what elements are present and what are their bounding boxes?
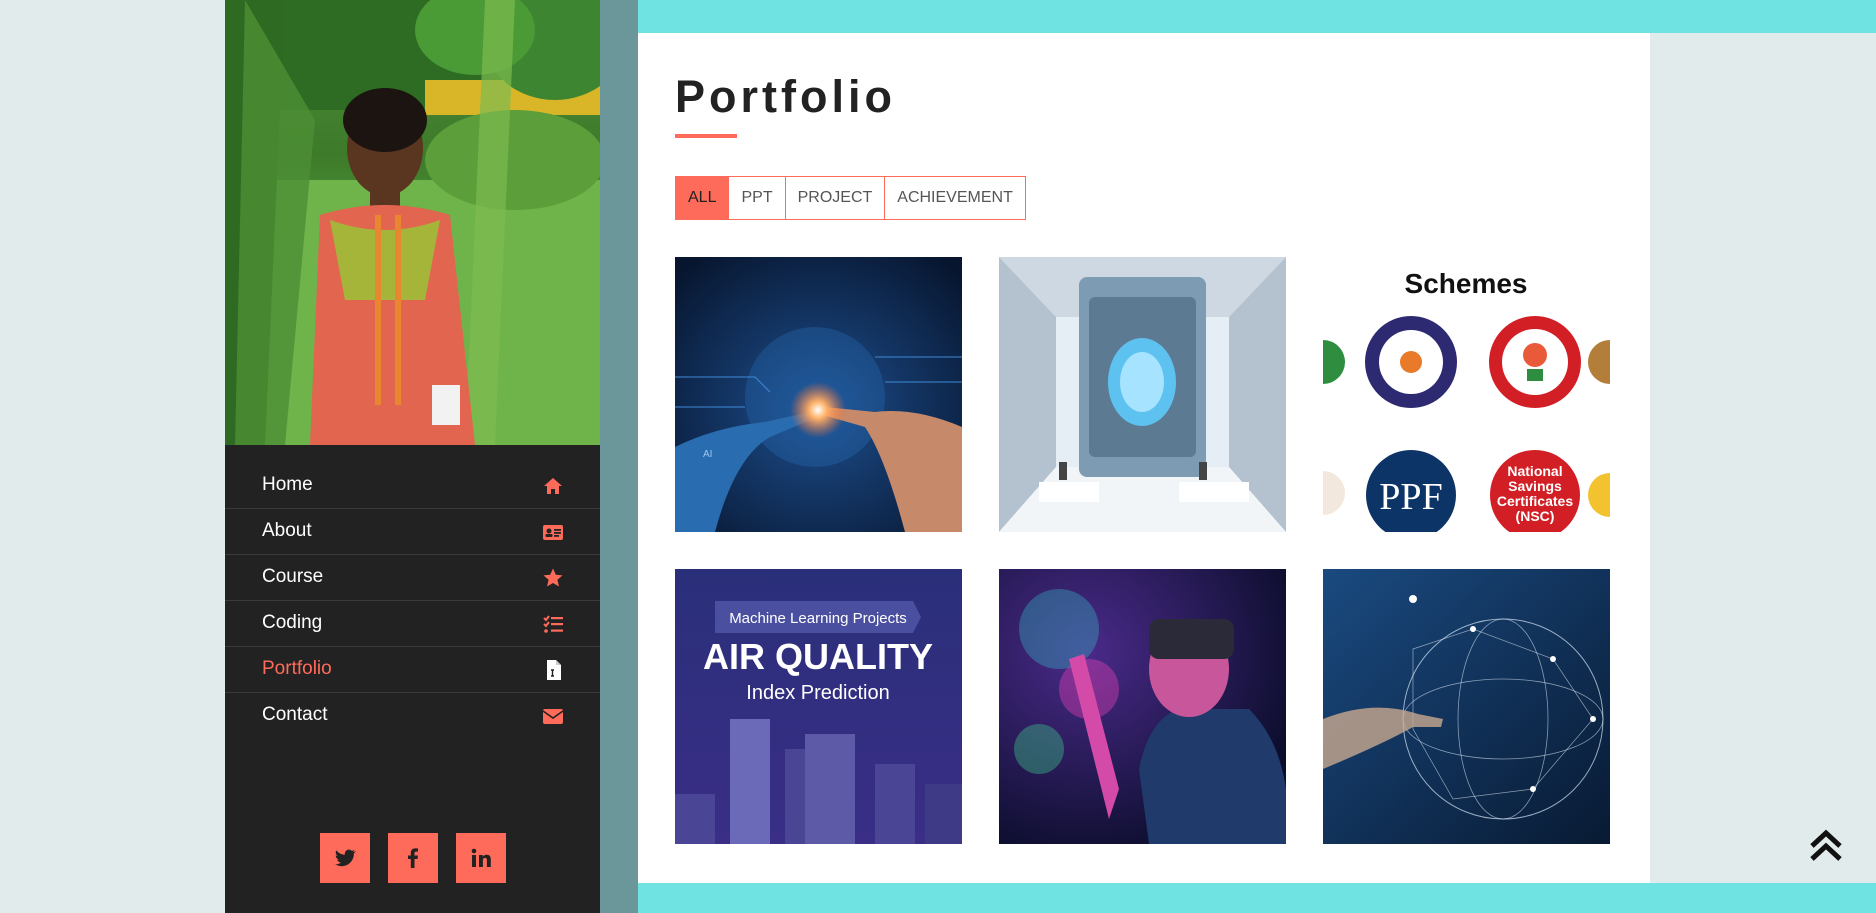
portfolio-item-schemes[interactable]: Schemes PPF National Savings Certificate… — [1323, 257, 1610, 532]
filter-project[interactable]: PROJECT — [784, 177, 885, 219]
nav-label: Portfolio — [262, 658, 332, 679]
schemes-image: Schemes PPF National Savings Certificate… — [1323, 257, 1610, 532]
nav-label: About — [262, 520, 312, 541]
schemes-nsc: National Savings Certificates (NSC) — [1496, 464, 1574, 524]
right-pane — [1650, 33, 1876, 883]
facebook-button[interactable] — [387, 833, 438, 883]
linkedin-icon — [471, 848, 491, 867]
social-links — [225, 833, 600, 883]
ai-touch-image: AI — [675, 257, 962, 532]
portfolio-item-quantum[interactable] — [999, 257, 1286, 532]
portfolio-item-ai-touch[interactable]: AI — [675, 257, 962, 532]
sidebar: Home About Course Coding Portfolio Conta… — [225, 0, 600, 913]
quantum-server-image — [999, 257, 1286, 532]
nav-item-coding[interactable]: Coding — [225, 601, 600, 647]
facebook-icon — [407, 848, 418, 868]
portfolio-filters: ALL PPT PROJECT ACHIEVEMENT — [675, 176, 1026, 220]
tasks-icon — [543, 615, 563, 633]
filter-ppt[interactable]: PPT — [728, 177, 785, 219]
envelope-icon — [542, 709, 564, 724]
nav-label: Contact — [262, 704, 328, 725]
page-title: Portfolio — [675, 71, 896, 122]
linkedin-button[interactable] — [455, 833, 506, 883]
schemes-heading: Schemes — [1405, 268, 1528, 299]
nav-item-portfolio[interactable]: Portfolio — [225, 647, 600, 693]
nav-label: Course — [262, 566, 324, 587]
portfolio-item-network[interactable] — [1323, 569, 1610, 844]
filter-all[interactable]: ALL — [676, 177, 729, 219]
twitter-icon — [334, 849, 356, 867]
network-image — [1323, 569, 1610, 844]
decor-strip — [600, 0, 638, 913]
bottom-band — [638, 883, 1876, 913]
portfolio-grid: AI Schemes PPF National Savings Certific… — [675, 257, 1610, 844]
nav-item-home[interactable]: Home — [225, 463, 600, 509]
nav-item-course[interactable]: Course — [225, 555, 600, 601]
profile-photo — [225, 0, 600, 445]
portfolio-item-vr[interactable] — [999, 569, 1286, 844]
ai-label: AI — [703, 449, 712, 460]
ml-badge: Machine Learning Projects — [729, 610, 907, 627]
home-icon — [544, 478, 562, 494]
star-icon — [543, 568, 563, 587]
nav-label: Coding — [262, 612, 323, 633]
nav-item-about[interactable]: About — [225, 509, 600, 555]
title-underline — [675, 134, 737, 138]
main-nav: Home About Course Coding Portfolio Conta… — [225, 463, 600, 738]
schemes-ppf: PPF — [1379, 476, 1442, 518]
id-card-icon — [543, 525, 563, 540]
filter-achievement[interactable]: ACHIEVEMENT — [884, 177, 1025, 219]
scroll-top-icon[interactable] — [1806, 826, 1846, 866]
portfolio-item-air-quality[interactable]: Machine Learning Projects AIR QUALITY In… — [675, 569, 962, 844]
top-band — [638, 0, 1876, 33]
portfolio-section: Portfolio ALL PPT PROJECT ACHIEVEMENT AI… — [638, 33, 1650, 883]
vr-image — [999, 569, 1286, 844]
air-quality-image: Machine Learning Projects AIR QUALITY In… — [675, 569, 962, 844]
nav-label: Home — [262, 474, 313, 495]
nav-item-contact[interactable]: Contact — [225, 693, 600, 738]
twitter-button[interactable] — [319, 833, 370, 883]
air-quality-title: AIR QUALITY — [703, 636, 933, 677]
air-quality-subtitle: Index Prediction — [746, 682, 889, 704]
file-icon — [547, 660, 561, 680]
